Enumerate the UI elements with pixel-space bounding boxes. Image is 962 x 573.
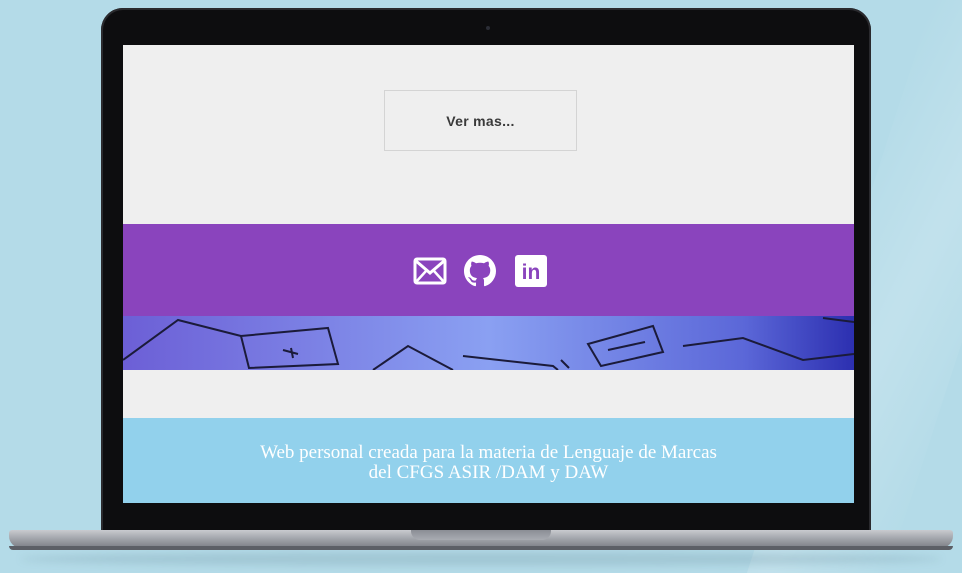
page-gap bbox=[123, 370, 854, 418]
github-link[interactable] bbox=[463, 254, 497, 288]
envelope-icon bbox=[413, 257, 447, 285]
linkedin-link[interactable]: in bbox=[514, 254, 548, 288]
ver-mas-button[interactable]: Ver mas... bbox=[384, 90, 577, 151]
linkedin-icon: in bbox=[515, 255, 547, 287]
content-section: Ver mas... bbox=[123, 45, 854, 224]
linkedin-icon-text: in bbox=[521, 261, 541, 284]
webcam bbox=[486, 26, 490, 30]
laptop-screen: Ver mas... in Web personal creada para l… bbox=[123, 45, 854, 503]
github-icon bbox=[464, 255, 496, 287]
sketch-banner-art bbox=[123, 316, 854, 370]
footer-line-2: del CFGS ASIR /DAM y DAW bbox=[368, 462, 609, 483]
email-link[interactable] bbox=[413, 254, 447, 288]
footer-line-1: Web personal creada para la materia de L… bbox=[260, 442, 717, 463]
laptop-shadow bbox=[20, 552, 942, 566]
sketch-banner-image bbox=[123, 316, 854, 370]
laptop-base-edge bbox=[9, 546, 953, 550]
page-footer: Web personal creada para la materia de L… bbox=[123, 418, 854, 503]
social-links-bar: in bbox=[123, 224, 854, 316]
footer-text: Web personal creada para la materia de L… bbox=[123, 443, 854, 483]
laptop-notch bbox=[411, 530, 551, 540]
